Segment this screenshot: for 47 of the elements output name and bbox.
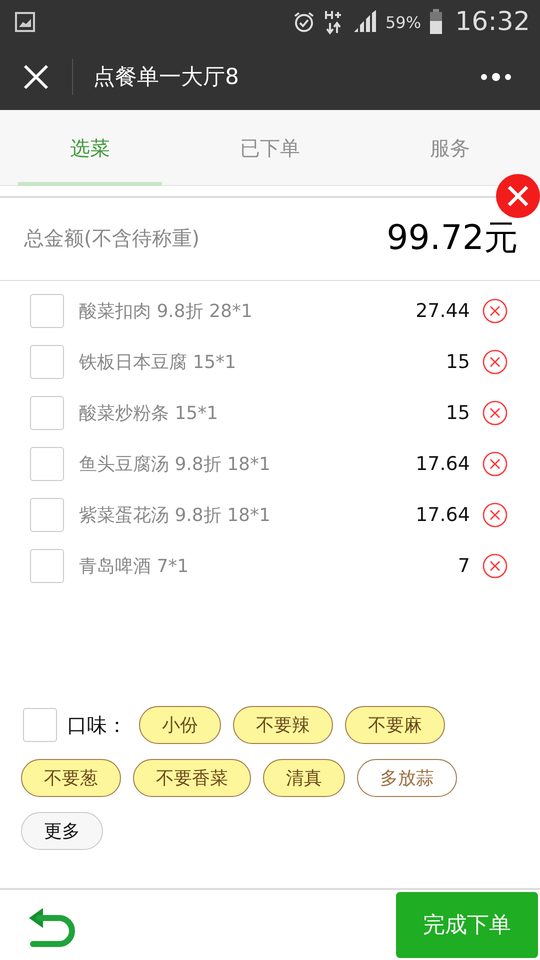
total-label: 总金额(不含待称重) [24,224,200,252]
item-name: 青岛啤酒 7*1 [79,554,190,578]
checkbox[interactable] [30,446,64,480]
remove-icon[interactable] [482,298,508,324]
item-price: 15 [446,402,470,424]
item-price: 7 [458,554,470,576]
item-price: 17.64 [416,452,470,474]
item-name: 酸菜炒粉条 15*1 [79,402,220,424]
clock: 16:32 [455,7,530,37]
checkbox[interactable] [30,294,64,328]
battery-percentage: 59% [386,12,422,32]
item-price: 17.64 [416,504,470,526]
remove-icon[interactable] [482,348,508,374]
taste-tag[interactable]: 不要香菜 [133,759,251,797]
checkbox[interactable] [30,344,64,378]
remove-icon[interactable] [482,400,508,426]
image-icon [14,11,36,33]
item-name: 紫菜蛋花汤 9.8折 18*1 [79,504,272,526]
taste-tag[interactable]: 清真 [263,759,345,797]
remove-icon[interactable] [482,552,508,578]
remove-icon[interactable] [482,450,508,476]
alarm-icon [292,10,316,34]
checkbox[interactable] [30,396,64,430]
item-price: 15 [446,350,470,372]
item-name: 鱼头豆腐汤 9.8折 18*1 [79,452,272,476]
remove-icon[interactable] [482,502,508,528]
taste-tag[interactable]: 不要葱 [21,759,121,797]
checkbox[interactable] [30,498,64,532]
close-icon [23,64,49,90]
taste-label: 口味： [67,712,127,738]
more-icon [480,72,512,82]
more-button[interactable]: 更多 [21,812,103,850]
item-name: 铁板日本豆腐 15*1 [79,350,238,374]
page-title: 点餐单一大厅8 [92,64,240,92]
total-amount: 99.72元 [386,217,518,260]
close-icon[interactable] [496,174,540,218]
signal-icon [352,10,378,34]
item-name: 酸菜扣肉 9.8折 28*1 [79,300,254,322]
taste-tag[interactable]: 多放蒜 [357,759,457,797]
taste-tag[interactable]: 小份 [139,706,221,744]
network-type-icon [324,9,344,35]
battery-icon [429,9,444,35]
item-price: 27.44 [416,300,470,322]
checkbox[interactable] [30,548,64,582]
taste-tag[interactable]: 不要麻 [345,706,445,744]
checkbox[interactable] [23,708,57,742]
taste-tag[interactable]: 不要辣 [233,706,333,744]
